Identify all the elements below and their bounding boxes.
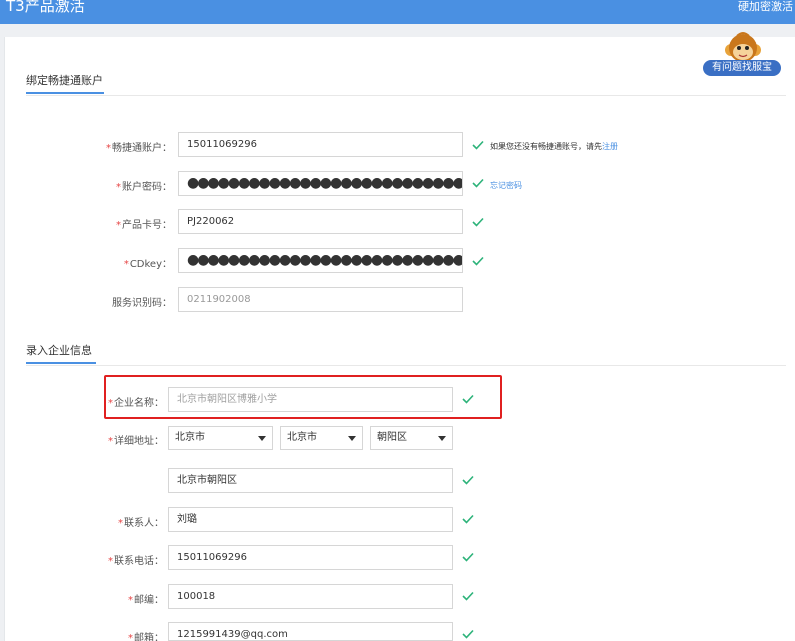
hardware-activation-link[interactable]: 硬加密激活 [738,0,793,14]
register-link[interactable]: 注册 [602,142,618,151]
check-icon [462,629,474,639]
account-label: *畅捷通账户： [106,143,172,154]
cdkey-label: *CDkey： [123,259,172,270]
help-badge[interactable]: 有问题找服宝 [703,60,781,76]
register-hint: 如果您还没有畅捷通账号，请先注册 [490,142,618,151]
product-card-input[interactable]: PJ220062 [178,209,463,234]
account-input[interactable]: 15011069296 [178,132,463,157]
postcode-input[interactable]: 100018 [168,584,453,609]
address-detail-input[interactable]: 北京市朝阳区 [168,468,453,493]
chevron-down-icon [258,436,266,441]
check-icon [472,140,484,150]
phone-label: *联系电话： [108,556,164,567]
check-icon [472,256,484,266]
email-label: *邮箱： [128,633,164,641]
cdkey-input[interactable]: ●●●●●●●●●●●●●●●●●●●●●●●●●●●●●●●● [178,248,463,273]
service-code-input: 0211902008 [178,287,463,312]
check-icon [472,178,484,188]
address-label: *详细地址： [108,436,164,447]
contact-input[interactable]: 刘璐 [168,507,453,532]
section-title: 录入企业信息 [26,344,92,357]
section-company-info: 录入企业信息 [26,342,96,364]
top-bar: T3产品激活 硬加密激活 [0,0,795,24]
page-title: T3产品激活 [6,0,85,15]
product-card-label: *产品卡号： [116,220,172,231]
phone-input[interactable]: 15011069296 [168,545,453,570]
check-icon [472,217,484,227]
postcode-label: *邮编： [128,595,164,606]
chevron-down-icon [438,436,446,441]
province-select[interactable]: 北京市 [168,426,273,450]
section-title: 绑定畅捷通账户 [26,74,103,87]
section-divider [26,95,786,96]
check-icon [462,475,474,485]
district-select[interactable]: 朝阳区 [370,426,453,450]
section-underline [26,362,96,364]
city-select[interactable]: 北京市 [280,426,363,450]
section-divider [26,365,786,366]
section-bind-account: 绑定畅捷通账户 [26,72,104,94]
check-icon [462,591,474,601]
check-icon [462,394,474,404]
section-underline [26,92,104,94]
check-icon [462,514,474,524]
forgot-password-link[interactable]: 忘记密码 [490,180,522,191]
company-name-label: *企业名称： [108,398,164,409]
chevron-down-icon [348,436,356,441]
service-code-label: 服务识别码： [112,298,172,309]
email-input[interactable]: 1215991439@qq.com [168,622,453,641]
check-icon [462,552,474,562]
contact-label: *联系人： [118,518,164,529]
password-label: *账户密码： [116,182,172,193]
password-input[interactable]: ●●●●●●●●●●●●●●●●●●●●●●●●●●●●●●●● [178,171,463,196]
company-name-input[interactable]: 北京市朝阳区博雅小学 [168,387,453,412]
